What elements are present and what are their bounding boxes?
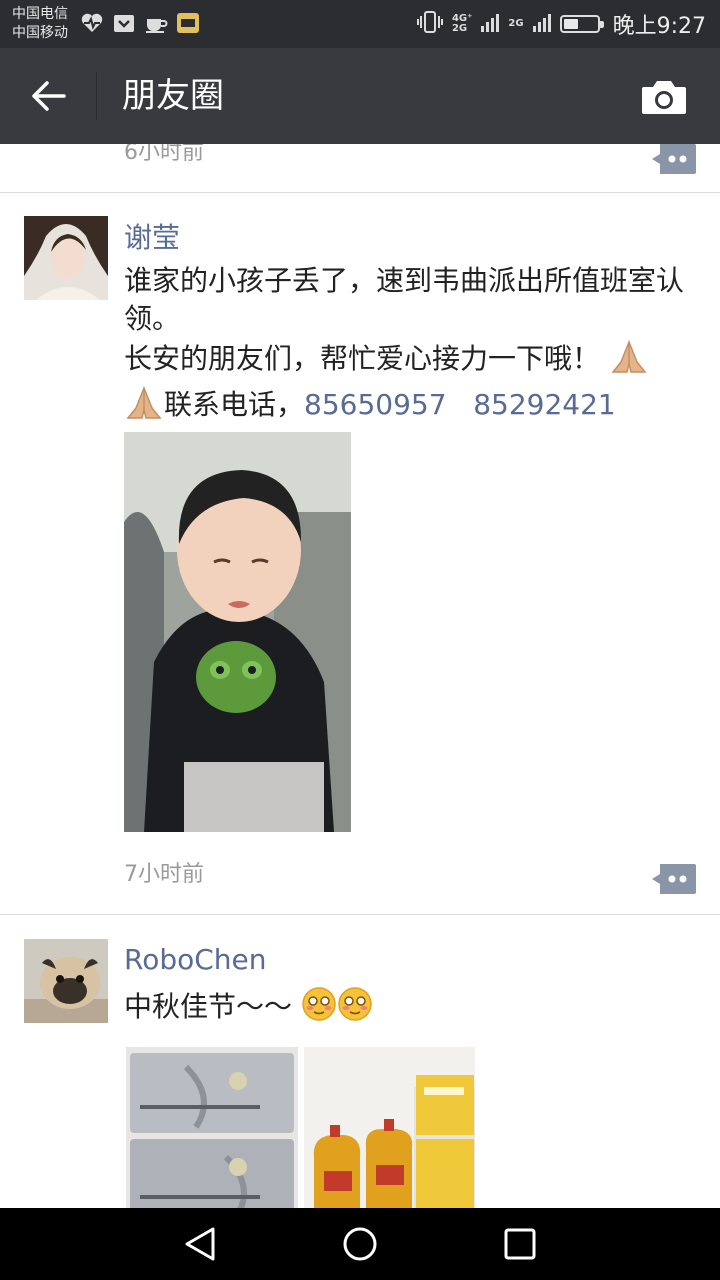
avatar-image bbox=[24, 939, 108, 1023]
comment-icon bbox=[652, 864, 696, 894]
carrier-2: 中国移动 bbox=[12, 25, 68, 41]
phone-link[interactable]: 85650957 bbox=[304, 388, 447, 421]
nav-recents-button[interactable] bbox=[500, 1224, 540, 1264]
signal-icon bbox=[481, 12, 500, 36]
shopping-icon bbox=[112, 11, 136, 35]
post-image[interactable] bbox=[124, 432, 351, 832]
camera-button[interactable] bbox=[636, 74, 692, 120]
moments-feed[interactable]: 6小时前 谢莹 谁家的小孩子丢了，速到韦曲派出所值班室认领。 长安的朋友们，帮忙… bbox=[0, 144, 720, 1208]
heart-monitor-icon bbox=[80, 11, 104, 35]
post-divider bbox=[0, 192, 720, 193]
post-text: 谁家的小孩子丢了，速到韦曲派出所值班室认领。 长安的朋友们，帮忙爱心接力一下哦！… bbox=[124, 262, 699, 430]
battery-icon bbox=[559, 15, 604, 33]
flushed-face-icon bbox=[301, 986, 337, 1032]
post-divider bbox=[0, 914, 720, 915]
post-text: 中秋佳节～～ bbox=[124, 986, 699, 1032]
username[interactable]: RoboChen bbox=[124, 942, 267, 978]
post-image[interactable] bbox=[126, 1047, 298, 1208]
vibrate-icon bbox=[416, 10, 443, 38]
folded-hands-icon bbox=[124, 384, 164, 430]
arrow-left-icon bbox=[32, 81, 66, 111]
signal-icon bbox=[532, 12, 551, 36]
post-image[interactable] bbox=[304, 1047, 475, 1208]
avatar-image bbox=[24, 216, 108, 300]
coffee-icon bbox=[144, 11, 168, 35]
navigation-bar bbox=[0, 1208, 720, 1280]
comment-button[interactable] bbox=[652, 864, 696, 894]
circle-home-icon bbox=[343, 1227, 377, 1261]
app-header: 朋友圈 bbox=[0, 48, 720, 144]
camera-icon bbox=[642, 81, 686, 114]
gift-cards-photo bbox=[126, 1047, 298, 1208]
comment-icon bbox=[652, 144, 696, 174]
flushed-face-icon bbox=[337, 986, 373, 1032]
status-bar: 中国电信 中国移动 4G⁺ 2G 2G 晚上9:27 bbox=[0, 0, 720, 48]
post-time: 7小时前 bbox=[124, 862, 204, 887]
carrier-1: 中国电信 bbox=[12, 6, 68, 22]
post-time: 6小时前 bbox=[124, 144, 204, 165]
folded-hands-icon bbox=[609, 338, 649, 384]
app-icon bbox=[176, 11, 200, 35]
child-photo bbox=[124, 432, 351, 832]
network-type-1: 4G⁺ 2G bbox=[451, 13, 473, 34]
page-title: 朋友圈 bbox=[122, 76, 224, 116]
header-divider bbox=[96, 72, 97, 120]
oil-boxes-photo bbox=[304, 1047, 475, 1208]
notification-icons bbox=[80, 11, 200, 35]
battery-level bbox=[563, 19, 578, 29]
status-right: 4G⁺ 2G 2G 晚上9:27 bbox=[416, 8, 706, 40]
avatar[interactable] bbox=[24, 939, 108, 1023]
square-recents-icon bbox=[504, 1228, 536, 1260]
nav-back-button[interactable] bbox=[180, 1224, 220, 1264]
username[interactable]: 谢莹 bbox=[124, 220, 180, 256]
carrier-labels: 中国电信 中国移动 bbox=[12, 5, 68, 43]
nav-home-button[interactable] bbox=[340, 1224, 380, 1264]
network-type-2: 2G bbox=[508, 18, 524, 29]
comment-button[interactable] bbox=[652, 144, 696, 174]
clock: 晚上9:27 bbox=[612, 14, 706, 39]
avatar[interactable] bbox=[24, 216, 108, 300]
phone-link[interactable]: 85292421 bbox=[473, 388, 616, 421]
triangle-back-icon bbox=[185, 1227, 215, 1261]
back-button[interactable] bbox=[22, 70, 76, 122]
